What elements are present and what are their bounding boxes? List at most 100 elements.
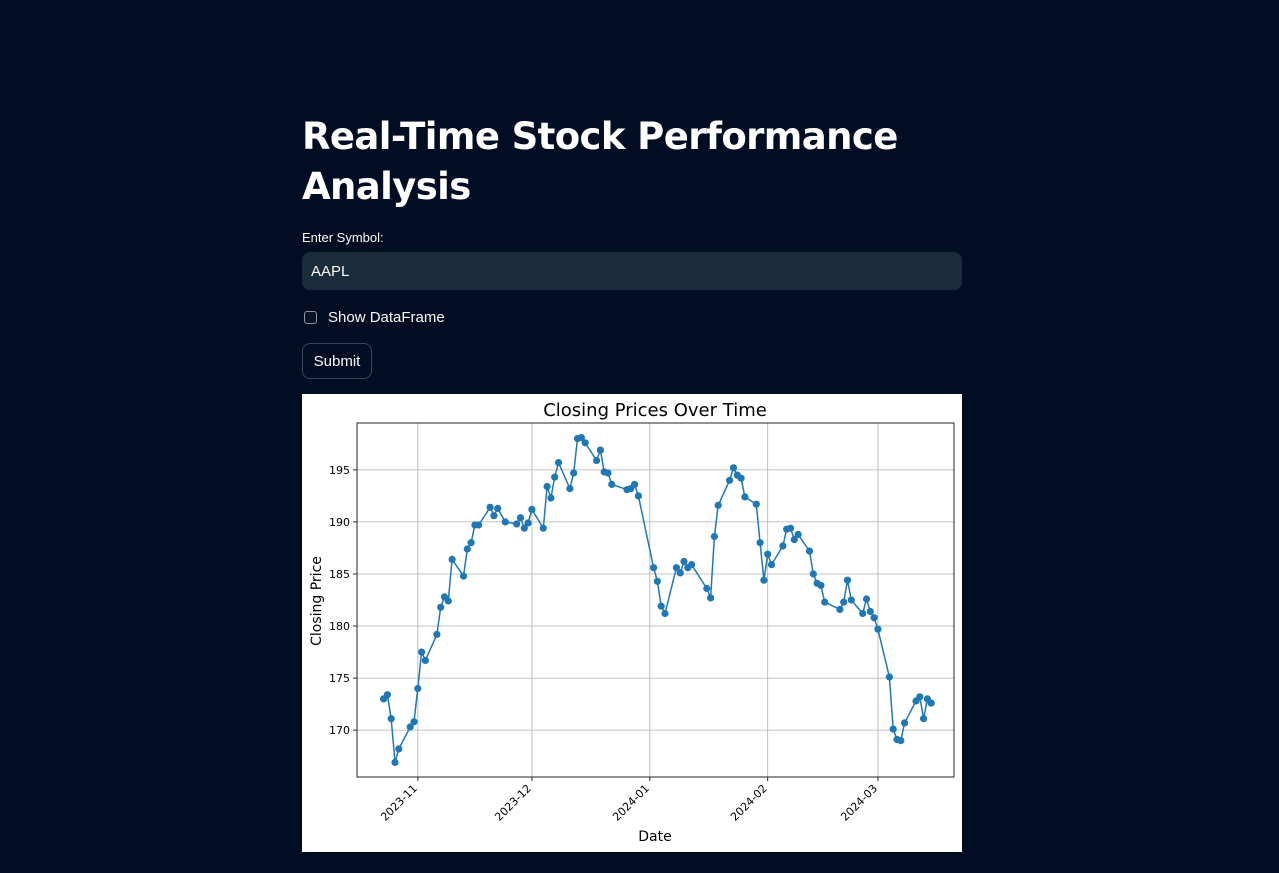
data-point-marker	[840, 598, 848, 606]
data-point-marker	[752, 500, 760, 508]
data-point-marker	[657, 602, 665, 610]
data-point-marker	[516, 514, 525, 522]
data-point-marker	[448, 555, 456, 563]
data-point-marker	[836, 605, 844, 613]
y-tick-label: 180	[329, 620, 350, 633]
data-point-marker	[467, 539, 475, 547]
data-point-marker	[596, 446, 604, 454]
data-point-marker	[391, 758, 399, 766]
y-axis-label: Closing Price	[309, 556, 325, 646]
data-point-marker	[494, 504, 502, 512]
chart-svg: 2023-11 2023-12 2024-01 2024-02 2024-03 170 17…	[309, 400, 955, 845]
data-point-marker	[551, 473, 559, 481]
data-point-marker	[383, 691, 391, 699]
show-dataframe-checkbox[interactable]: Show DataFrame	[304, 307, 445, 327]
data-point-marker	[874, 625, 882, 633]
data-point-marker	[566, 485, 574, 493]
y-tick-label: 190	[329, 516, 350, 529]
data-point-marker	[528, 505, 536, 513]
data-point-marker	[897, 737, 905, 745]
data-point-marker	[862, 595, 871, 603]
symbol-input[interactable]	[302, 252, 962, 290]
submit-button[interactable]: Submit	[302, 343, 372, 379]
show-dataframe-label: Show DataFrame	[328, 308, 445, 326]
data-point-marker	[786, 524, 795, 532]
data-point-marker	[631, 480, 639, 488]
x-tick-label: 2023-11	[378, 782, 420, 824]
data-point-marker	[901, 719, 909, 727]
data-point-marker	[463, 545, 471, 553]
data-point-marker	[760, 576, 768, 584]
data-point-marker	[927, 699, 935, 707]
data-point-marker	[847, 596, 855, 604]
data-point-marker	[843, 576, 852, 584]
data-point-marker	[817, 581, 825, 589]
data-point-marker	[604, 469, 612, 477]
data-point-marker	[543, 482, 551, 491]
data-point-marker	[859, 609, 867, 618]
data-point-marker	[570, 469, 578, 477]
data-point-marker	[421, 656, 429, 664]
data-point-marker	[513, 520, 521, 528]
data-point-marker	[581, 439, 589, 447]
data-point-marker	[821, 598, 829, 606]
data-point-marker	[501, 518, 509, 526]
data-point-marker	[688, 561, 696, 569]
data-point-marker	[707, 594, 715, 602]
data-point-marker	[418, 648, 426, 656]
data-point-marker	[726, 476, 734, 484]
data-point-marker	[539, 524, 547, 532]
data-point-marker	[490, 512, 498, 520]
data-point-marker	[737, 474, 745, 482]
data-point-marker	[680, 557, 688, 566]
data-point-marker	[767, 561, 776, 569]
y-tick-label: 175	[329, 672, 350, 685]
data-point-marker	[608, 480, 616, 488]
data-point-marker	[756, 539, 764, 547]
data-point-marker	[410, 718, 418, 726]
data-point-marker	[554, 459, 563, 467]
data-point-marker	[741, 493, 749, 501]
data-point-marker	[437, 603, 445, 611]
closing-price-chart: 2023-11 2023-12 2024-01 2024-02 2024-03 170 17…	[302, 394, 962, 852]
data-point-marker	[395, 745, 403, 753]
x-tick-label: 2023-12	[492, 782, 534, 824]
data-point-marker	[475, 521, 483, 529]
data-point-marker	[805, 547, 814, 555]
data-point-marker	[870, 614, 878, 622]
chart-title: Closing Prices Over Time	[543, 400, 767, 421]
x-axis-label: Date	[638, 829, 671, 845]
data-point-marker	[593, 456, 601, 465]
data-point-marker	[661, 609, 669, 618]
checkbox-box-icon[interactable]	[304, 310, 317, 324]
data-point-marker	[916, 693, 924, 701]
data-point-marker	[714, 501, 722, 509]
data-point-marker	[524, 519, 532, 527]
data-point-marker	[650, 564, 658, 572]
y-tick-label: 170	[329, 724, 350, 737]
x-tick-label: 2024-03	[838, 782, 880, 824]
data-point-marker	[703, 584, 711, 593]
data-point-marker	[710, 532, 718, 541]
data-point-marker	[866, 607, 874, 616]
data-point-marker	[653, 577, 661, 585]
data-point-marker	[634, 492, 642, 500]
data-point-marker	[794, 530, 802, 538]
data-point-marker	[414, 684, 422, 693]
data-point-marker	[889, 725, 897, 733]
data-point-marker	[433, 630, 441, 638]
closing-price-markers	[380, 434, 935, 766]
data-point-marker	[764, 550, 772, 558]
data-point-marker	[920, 715, 928, 723]
data-point-marker	[387, 715, 395, 723]
x-tick-label: 2024-02	[728, 782, 770, 824]
data-point-marker	[459, 572, 468, 580]
data-point-marker	[729, 464, 738, 472]
data-point-marker	[809, 570, 817, 578]
y-tick-label: 185	[329, 568, 350, 581]
page-title: Real-Time Stock Performance Analysis	[302, 115, 898, 208]
y-tick-label: 195	[329, 464, 350, 477]
data-point-marker	[486, 503, 494, 511]
x-tick-label: 2024-01	[610, 782, 652, 824]
data-point-marker	[547, 494, 555, 502]
